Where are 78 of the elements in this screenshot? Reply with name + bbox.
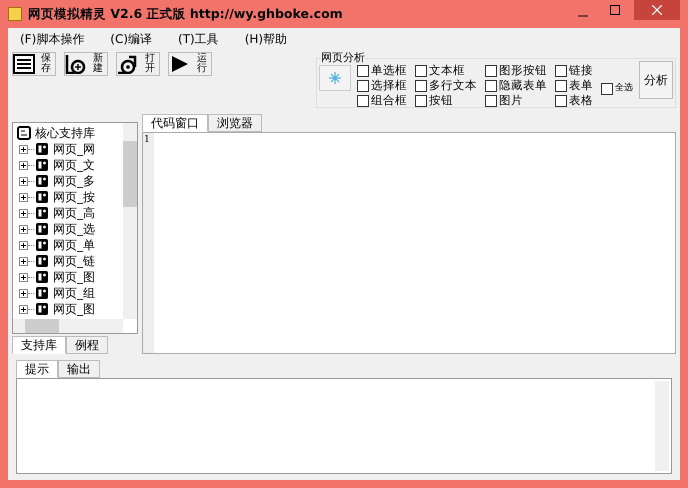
checkbox[interactable]: 组合框 <box>357 93 407 108</box>
tree-item[interactable]: 网页_多 <box>53 172 95 190</box>
tree-item[interactable]: 网页_选 <box>53 220 95 238</box>
module-icon <box>35 286 49 300</box>
module-icon <box>35 254 49 268</box>
tab[interactable]: 输出 <box>58 360 100 378</box>
expand-icon[interactable] <box>19 224 28 234</box>
menu-item[interactable]: (F)脚本操作 <box>20 30 84 48</box>
snowflake-icon <box>329 72 341 84</box>
toolbar-button[interactable]: 保存 <box>12 52 56 76</box>
checkbox[interactable]: 表单 <box>555 78 593 93</box>
module-icon <box>35 190 49 204</box>
tree-item[interactable]: 网页_按 <box>53 188 95 206</box>
maximize-icon <box>610 5 620 15</box>
library-icon <box>17 126 31 140</box>
menu-item[interactable]: (C)编译 <box>110 30 152 48</box>
checkbox[interactable]: 表格 <box>555 93 593 108</box>
checkbox[interactable]: 文本框 <box>415 63 477 78</box>
expand-icon[interactable] <box>19 304 28 314</box>
app-icon <box>8 7 22 21</box>
menu-item[interactable]: (T)工具 <box>178 30 219 48</box>
checkbox[interactable]: 链接 <box>555 63 593 78</box>
tab[interactable]: 提示 <box>16 360 58 378</box>
checkbox[interactable]: 单选框 <box>357 63 407 78</box>
tree-item[interactable]: 网页_网 <box>53 140 95 158</box>
tab[interactable]: 例程 <box>66 336 108 354</box>
expand-icon[interactable] <box>19 192 28 202</box>
expand-icon[interactable] <box>19 288 28 298</box>
tree-item[interactable]: 网页_文 <box>53 156 95 174</box>
toolbar-button[interactable]: 打开 <box>116 52 160 76</box>
expand-icon[interactable] <box>19 240 28 250</box>
analyze-button[interactable]: 分析 <box>639 61 673 99</box>
expand-icon[interactable] <box>19 144 28 154</box>
module-icon <box>35 270 49 284</box>
code-editor[interactable]: 1 <box>142 132 676 354</box>
expand-icon[interactable] <box>19 176 28 186</box>
checkbox[interactable]: 全选 <box>601 81 633 96</box>
document-icon <box>13 54 35 74</box>
tree-item[interactable]: 核心支持库 <box>17 125 121 141</box>
checkbox[interactable]: 多行文本 <box>415 78 477 93</box>
checkbox[interactable]: 图片 <box>485 93 547 108</box>
module-icon <box>35 222 49 236</box>
scrollbar[interactable] <box>123 123 137 319</box>
expand-icon[interactable] <box>19 160 28 170</box>
minimize-icon <box>578 15 588 17</box>
module-icon <box>35 142 49 156</box>
checkbox[interactable]: 图形按钮 <box>485 63 547 78</box>
tree-item[interactable]: 网页_图 <box>53 300 95 318</box>
checkbox[interactable]: 隐藏表单 <box>485 78 547 93</box>
tree-item[interactable]: 网页_链 <box>53 252 95 270</box>
module-icon <box>35 238 49 252</box>
window-title: 网页模拟精灵 V2.6 正式版 http://wy.ghboke.com <box>28 6 343 22</box>
scrollbar[interactable] <box>13 319 123 333</box>
toolbar-button[interactable]: 运行 <box>168 52 212 76</box>
close-button[interactable] <box>634 0 680 20</box>
line-number: 1 <box>144 133 150 145</box>
expand-icon[interactable] <box>19 256 28 266</box>
menu-item[interactable]: (H)帮助 <box>244 30 288 48</box>
new-file-icon <box>65 54 87 74</box>
tree-item[interactable]: 网页_高 <box>53 204 95 222</box>
tree-item[interactable]: 网页_组 <box>53 284 95 302</box>
toolbar-button[interactable]: 新建 <box>64 52 108 76</box>
checkbox[interactable]: 选择框 <box>357 78 407 93</box>
tree-item[interactable]: 网页_图 <box>53 268 95 286</box>
module-icon <box>35 206 49 220</box>
tab[interactable]: 支持库 <box>12 336 66 354</box>
close-icon <box>652 5 662 15</box>
group-title: 网页分析 <box>321 50 365 65</box>
open-file-icon <box>117 54 139 74</box>
expand-icon[interactable] <box>19 208 28 218</box>
checkbox[interactable]: 按钮 <box>415 93 477 108</box>
module-icon <box>35 158 49 172</box>
module-icon <box>35 174 49 188</box>
tab[interactable]: 浏览器 <box>208 114 262 132</box>
tree-item[interactable]: 网页_单 <box>53 236 95 254</box>
tab[interactable]: 代码窗口 <box>142 114 208 132</box>
expand-icon[interactable] <box>19 272 28 282</box>
module-icon <box>35 302 49 316</box>
